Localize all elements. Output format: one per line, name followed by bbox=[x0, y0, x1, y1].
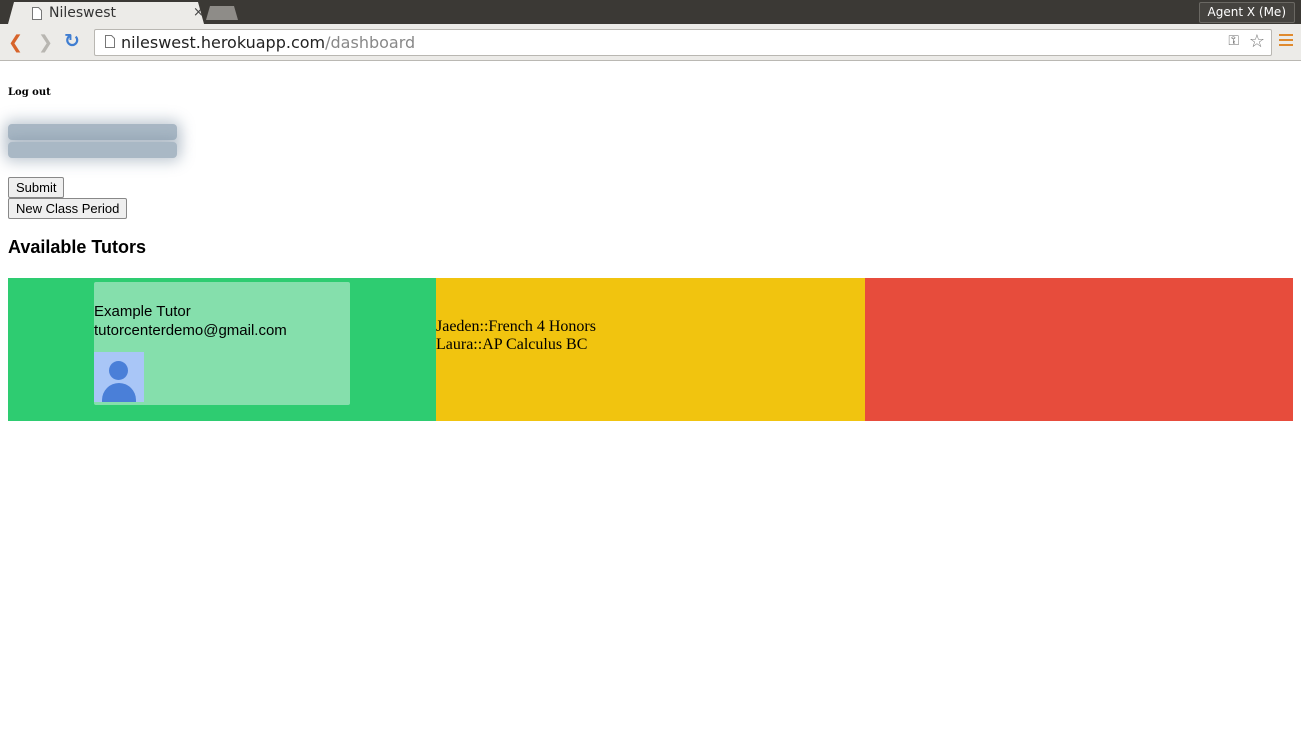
tutor-board: Example Tutor tutorcenterdemo@gmail.com … bbox=[8, 278, 1293, 421]
reload-icon[interactable]: ↻ bbox=[64, 30, 80, 52]
tutor-card[interactable]: Example Tutor tutorcenterdemo@gmail.com bbox=[94, 282, 350, 405]
available-column: Example Tutor tutorcenterdemo@gmail.com bbox=[8, 278, 436, 421]
queue-item[interactable]: Jaeden::French 4 Honors bbox=[436, 318, 596, 336]
url-host: nileswest.herokuapp.com bbox=[121, 33, 326, 52]
blurred-input-1[interactable] bbox=[8, 124, 177, 140]
address-url: nileswest.herokuapp.com/dashboard bbox=[121, 33, 415, 52]
section-title: Available Tutors bbox=[8, 237, 147, 257]
profile-button[interactable]: Agent X (Me) bbox=[1198, 2, 1295, 23]
back-arrow-icon[interactable]: ❮ bbox=[8, 32, 23, 53]
tab-bar: Nileswest × Agent X (Me) bbox=[0, 0, 1301, 24]
blurred-input-2[interactable] bbox=[8, 142, 177, 158]
key-icon[interactable]: ⚿ bbox=[1228, 33, 1239, 49]
address-bar[interactable]: nileswest.herokuapp.com/dashboard ⚿ ☆ bbox=[94, 29, 1272, 56]
queue-column: Jaeden::French 4 Honors Laura::AP Calcul… bbox=[436, 278, 865, 421]
student-queue: Jaeden::French 4 Honors Laura::AP Calcul… bbox=[436, 318, 596, 354]
queue-item[interactable]: Laura::AP Calculus BC bbox=[436, 336, 596, 354]
forward-arrow-icon[interactable]: ❯ bbox=[38, 32, 53, 53]
tutor-email: tutorcenterdemo@gmail.com bbox=[94, 322, 287, 339]
user-avatar-icon bbox=[94, 352, 144, 402]
star-icon[interactable]: ☆ bbox=[1249, 31, 1265, 52]
tutor-name: Example Tutor bbox=[94, 303, 191, 320]
submit-button[interactable]: Submit bbox=[8, 177, 65, 198]
menu-icon[interactable] bbox=[1279, 34, 1293, 48]
new-class-period-button[interactable]: New Class Period bbox=[8, 198, 128, 219]
page-icon bbox=[105, 35, 115, 48]
tab-title: Nileswest bbox=[49, 5, 117, 21]
tab-nileswest[interactable]: Nileswest × bbox=[8, 2, 204, 24]
browser-toolbar: ❮ ❯ ↻ nileswest.herokuapp.com/dashboard … bbox=[0, 24, 1301, 61]
page-icon bbox=[32, 7, 42, 20]
dashboard-page: Log out Submit New Class Period Availabl… bbox=[0, 61, 1301, 744]
new-tab-button[interactable] bbox=[206, 6, 238, 20]
tab-close-icon[interactable]: × bbox=[193, 5, 204, 20]
logout-link[interactable]: Log out bbox=[8, 87, 51, 98]
url-path: /dashboard bbox=[325, 33, 416, 52]
busy-column bbox=[865, 278, 1293, 421]
